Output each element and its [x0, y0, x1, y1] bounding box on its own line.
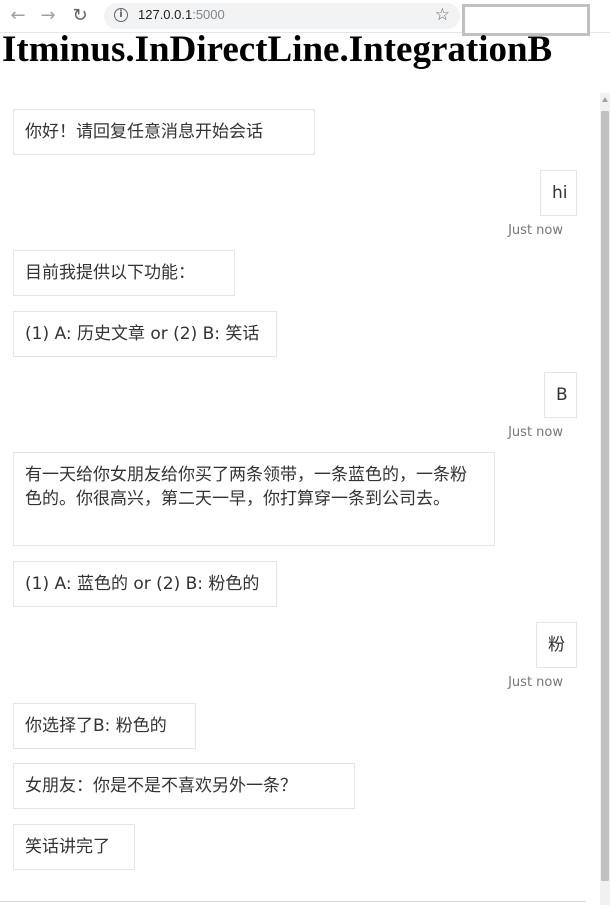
bot-message: 你选择了B: 粉色的: [13, 703, 196, 749]
bot-message: 你好！请回复任意消息开始会话: [13, 109, 315, 155]
scroll-up-arrow-icon[interactable]: [602, 97, 608, 102]
bot-message: 目前我提供以下功能：: [13, 250, 235, 296]
input-divider: [0, 901, 586, 902]
forward-arrow-icon[interactable]: →: [36, 4, 60, 28]
user-message: B: [544, 372, 577, 418]
info-icon[interactable]: i: [114, 8, 128, 22]
message-timestamp: Just now: [508, 425, 563, 440]
url-text[interactable]: 127.0.0.1:5000: [138, 7, 225, 22]
chat-transcript: 你好！请回复任意消息开始会话 hi Just now 目前我提供以下功能： (1…: [0, 93, 596, 905]
bot-message: (1) A: 蓝色的 or (2) B: 粉色的: [13, 561, 277, 607]
scrollbar-thumb[interactable]: [601, 111, 609, 881]
message-timestamp: Just now: [508, 675, 563, 690]
url-host: 127.0.0.1: [138, 7, 193, 22]
bot-message: 有一天给你女朋友给你买了两条领带，一条蓝色的，一条粉色的。你很高兴，第二天一早，…: [13, 452, 495, 546]
bookmark-star-icon[interactable]: ☆: [435, 5, 450, 25]
user-message: 粉: [536, 622, 577, 668]
reload-icon[interactable]: ↻: [68, 4, 92, 28]
user-message: hi: [540, 170, 577, 216]
page-title: Itminus.InDirectLine.IntegrationB: [2, 29, 553, 70]
bot-message: 笑话讲完了: [13, 824, 135, 870]
message-timestamp: Just now: [508, 223, 563, 238]
chat-scrollbar[interactable]: [600, 93, 610, 905]
back-arrow-icon[interactable]: ←: [6, 4, 30, 28]
url-port: :5000: [192, 7, 225, 22]
address-bar[interactable]: i 127.0.0.1:5000 ☆: [104, 3, 460, 29]
bot-message: (1) A: 历史文章 or (2) B: 笑话: [13, 311, 277, 357]
bot-message: 女朋友：你是不是不喜欢另外一条？: [13, 763, 355, 809]
